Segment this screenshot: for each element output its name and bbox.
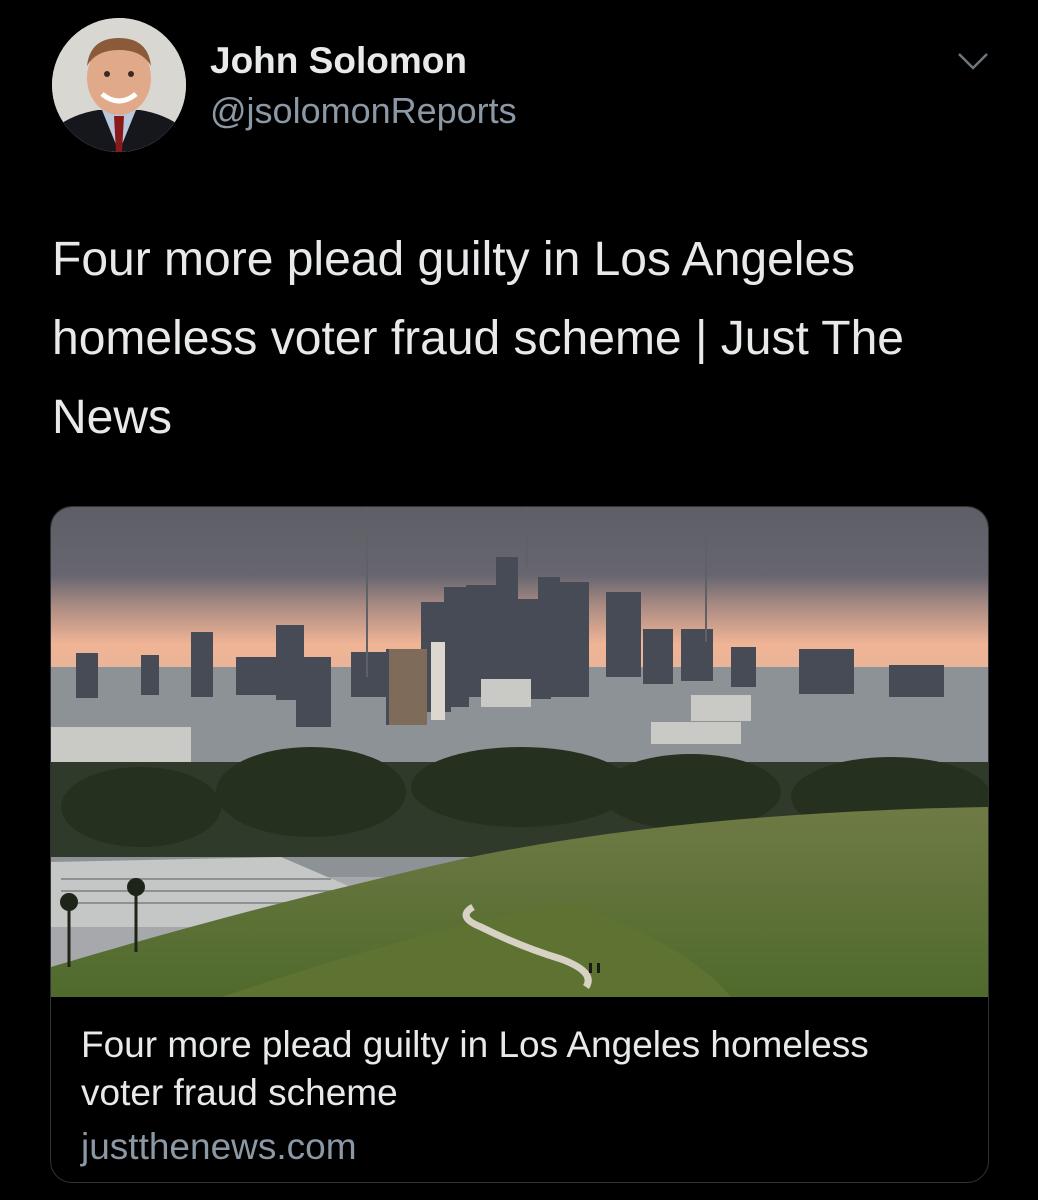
link-card-body: Four more plead guilty in Los Angeles ho… [81, 1021, 961, 1171]
tweet-text: Four more plead guilty in Los Angeles ho… [52, 233, 904, 444]
avatar[interactable] [52, 18, 186, 152]
link-card-domain: justthenews.com [81, 1126, 357, 1167]
chevron-down-icon[interactable] [955, 46, 991, 76]
author-name[interactable]: John Solomon [210, 40, 467, 82]
los-angeles-skyline-photo [51, 507, 988, 997]
author-handle[interactable]: @jsolomonReports [210, 90, 517, 132]
link-card-image[interactable] [51, 507, 988, 997]
link-card[interactable]: Four more plead guilty in Los Angeles ho… [50, 506, 989, 1183]
link-card-title[interactable]: Four more plead guilty in Los Angeles ho… [81, 1021, 961, 1117]
tweet: John Solomon @jsolomonReports Four more … [0, 0, 1038, 1200]
profile-photo-icon [52, 18, 186, 152]
